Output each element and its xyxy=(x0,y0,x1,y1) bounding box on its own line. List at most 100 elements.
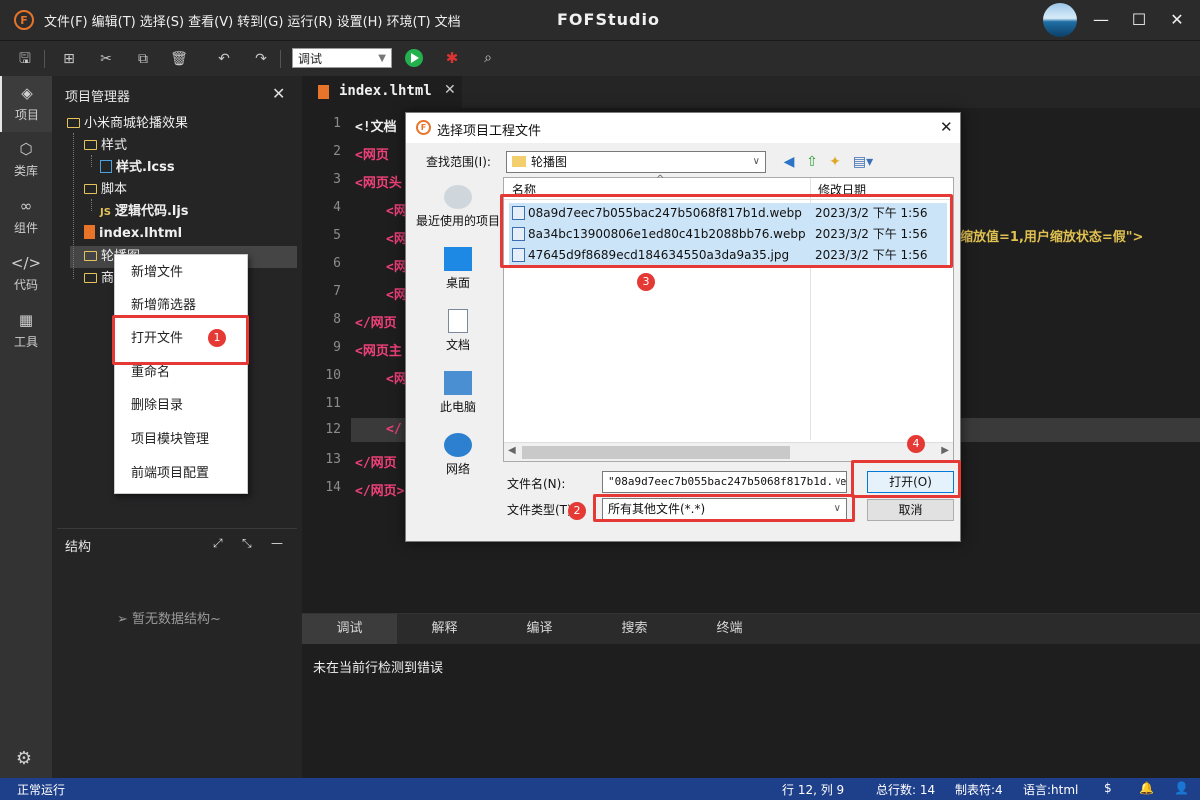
menu-item-frontend-config[interactable]: 前端项目配置 xyxy=(115,458,249,490)
tree-file-script[interactable]: JS 逻辑代码.ljs xyxy=(100,201,189,223)
html-file-icon xyxy=(318,85,329,99)
collapse-icon[interactable]: ⤡ xyxy=(242,536,252,551)
menu-settings[interactable]: 设置(H) xyxy=(337,11,383,30)
look-in-select[interactable]: 轮播图 ∨ xyxy=(506,151,766,173)
tab-close-icon[interactable]: ✕ xyxy=(444,82,456,98)
folder-icon xyxy=(84,184,97,194)
tab-compile[interactable]: 编译 xyxy=(492,614,587,644)
menu-view[interactable]: 查看(V) xyxy=(188,11,233,30)
activity-library[interactable]: ⬡ 类库 xyxy=(0,132,52,188)
folder-icon xyxy=(84,140,97,150)
settings-gear-icon[interactable]: ⚙ xyxy=(12,747,36,771)
menu-environment[interactable]: 环境(T) xyxy=(387,11,431,30)
line-number: 3 xyxy=(333,172,341,187)
code-line: <网页头 xyxy=(355,176,402,191)
close-icon[interactable]: ✕ xyxy=(1166,9,1188,31)
copy-icon[interactable]: ⧉ xyxy=(134,50,152,68)
menu-docs[interactable]: 文档 xyxy=(435,11,461,30)
annotation-box-1 xyxy=(112,315,249,365)
filename-input[interactable]: "08a9d7eec7b055bac247b5068f817b1d.web ∨ xyxy=(602,471,847,493)
minimize-panel-icon[interactable]: — xyxy=(271,536,283,550)
find-file-icon[interactable]: ⌕ xyxy=(479,49,497,67)
close-icon[interactable]: ✕ xyxy=(272,84,285,103)
place-desktop[interactable]: 桌面 xyxy=(414,241,502,301)
scroll-thumb[interactable] xyxy=(522,446,790,459)
tree-file-index[interactable]: index.lhtml xyxy=(84,223,182,245)
tab-index[interactable]: index.lhtml ✕ xyxy=(302,76,462,108)
activity-tools[interactable]: ▦ 工具 xyxy=(0,303,52,359)
tree-folder-style-label: 样式 xyxy=(101,138,128,153)
scroll-left-icon[interactable]: ◀ xyxy=(508,445,516,456)
horizontal-scrollbar[interactable]: ◀ ▶ xyxy=(504,442,953,461)
menu-item-module-manage[interactable]: 项目模块管理 xyxy=(115,424,249,456)
menu-file[interactable]: 文件(F) xyxy=(44,11,88,30)
maximize-icon[interactable]: ☐ xyxy=(1128,9,1150,31)
user-icon[interactable]: 👤 xyxy=(1174,781,1189,795)
expand-icon[interactable]: ⤢ xyxy=(213,536,223,551)
code-line: </网页 xyxy=(355,456,397,471)
tree-folder-script[interactable]: 脚本 xyxy=(84,179,127,201)
up-folder-icon[interactable]: ⇧ xyxy=(803,153,821,171)
code-line: <网 xyxy=(386,232,407,247)
code-line: </网页 xyxy=(355,316,397,331)
tree-file-style[interactable]: 样式.lcss xyxy=(100,157,175,179)
chevron-down-icon: ∨ xyxy=(752,156,760,167)
place-recent[interactable]: 最近使用的项目 xyxy=(414,179,502,239)
view-menu-icon[interactable]: ▤▾ xyxy=(850,153,876,171)
folder-icon xyxy=(67,118,80,128)
menu-goto[interactable]: 转到(G) xyxy=(237,11,283,30)
sidebar-title: 项目管理器 xyxy=(65,90,131,105)
sidebar-divider xyxy=(57,528,297,529)
cut-icon[interactable]: ✂ xyxy=(97,50,115,68)
cancel-button[interactable]: 取消 xyxy=(867,499,954,521)
tab-search[interactable]: 搜索 xyxy=(587,614,682,644)
status-language[interactable]: 语言:html xyxy=(1023,781,1078,798)
tree-folder-style[interactable]: 样式 xyxy=(84,135,127,157)
menu-run[interactable]: 运行(R) xyxy=(287,11,332,30)
run-mode-select[interactable]: 调试 ▼ xyxy=(292,48,392,68)
avatar[interactable] xyxy=(1043,3,1077,37)
place-network[interactable]: 网络 xyxy=(414,427,502,487)
activity-bar: ◈ 项目 ⬡ 类库 ∞ 组件 </> 代码 ▦ 工具 xyxy=(0,76,52,778)
run-icon[interactable] xyxy=(405,49,423,67)
tree-folder-other[interactable]: 商 xyxy=(84,268,114,290)
scroll-right-icon[interactable]: ▶ xyxy=(941,445,949,456)
menu-item-new-file[interactable]: 新增文件 xyxy=(115,257,249,289)
redo-icon[interactable]: ↷ xyxy=(252,50,270,68)
status-tab-size[interactable]: 制表符:4 xyxy=(955,781,1003,798)
menu-select[interactable]: 选择(S) xyxy=(140,11,184,30)
place-network-label: 网络 xyxy=(445,462,470,476)
activity-components[interactable]: ∞ 组件 xyxy=(0,189,52,245)
undo-icon[interactable]: ↶ xyxy=(215,50,233,68)
place-this-pc[interactable]: 此电脑 xyxy=(414,365,502,425)
dollar-icon[interactable]: $ xyxy=(1104,781,1112,795)
debug-bug-icon[interactable]: ✱ xyxy=(444,49,460,67)
new-folder-icon[interactable]: ✦ xyxy=(826,153,844,171)
new-file-icon[interactable]: ⊞ xyxy=(60,50,78,68)
save-icon[interactable]: 🖫 xyxy=(16,50,34,68)
minimize-icon[interactable]: — xyxy=(1090,9,1112,31)
annotation-badge-2: 2 xyxy=(568,502,586,520)
place-documents[interactable]: 文档 xyxy=(414,303,502,363)
menu-edit[interactable]: 编辑(T) xyxy=(92,11,136,30)
folder-icon xyxy=(512,156,526,167)
tree-root[interactable]: 小米商城轮播效果 xyxy=(67,113,188,135)
menu-item-delete-dir[interactable]: 删除目录 xyxy=(115,390,249,422)
status-cursor-position[interactable]: 行 12, 列 9 xyxy=(782,781,844,798)
dialog-titlebar: F 选择项目工程文件 ✕ xyxy=(406,113,960,143)
tree-file-style-label: 样式.lcss xyxy=(116,160,175,175)
tab-terminal[interactable]: 终端 xyxy=(682,614,777,644)
tab-interpret[interactable]: 解释 xyxy=(397,614,492,644)
place-recent-label: 最近使用的项目 xyxy=(415,214,500,228)
activity-project[interactable]: ◈ 项目 xyxy=(0,76,52,132)
tab-debug[interactable]: 调试 xyxy=(302,614,397,644)
line-number: 14 xyxy=(325,480,341,495)
tree-folder-other-label: 商 xyxy=(101,271,115,286)
code-line: <网 xyxy=(386,260,407,275)
dialog-close-icon[interactable]: ✕ xyxy=(940,118,953,136)
delete-icon[interactable]: 🗑 xyxy=(170,50,188,68)
bell-icon[interactable]: 🔔 xyxy=(1139,781,1154,795)
back-icon[interactable]: ◀ xyxy=(780,153,798,171)
bottom-panel: 调试 解释 编译 搜索 终端 未在当前行检测到错误 xyxy=(302,613,1200,778)
activity-code[interactable]: </> 代码 xyxy=(0,246,52,302)
